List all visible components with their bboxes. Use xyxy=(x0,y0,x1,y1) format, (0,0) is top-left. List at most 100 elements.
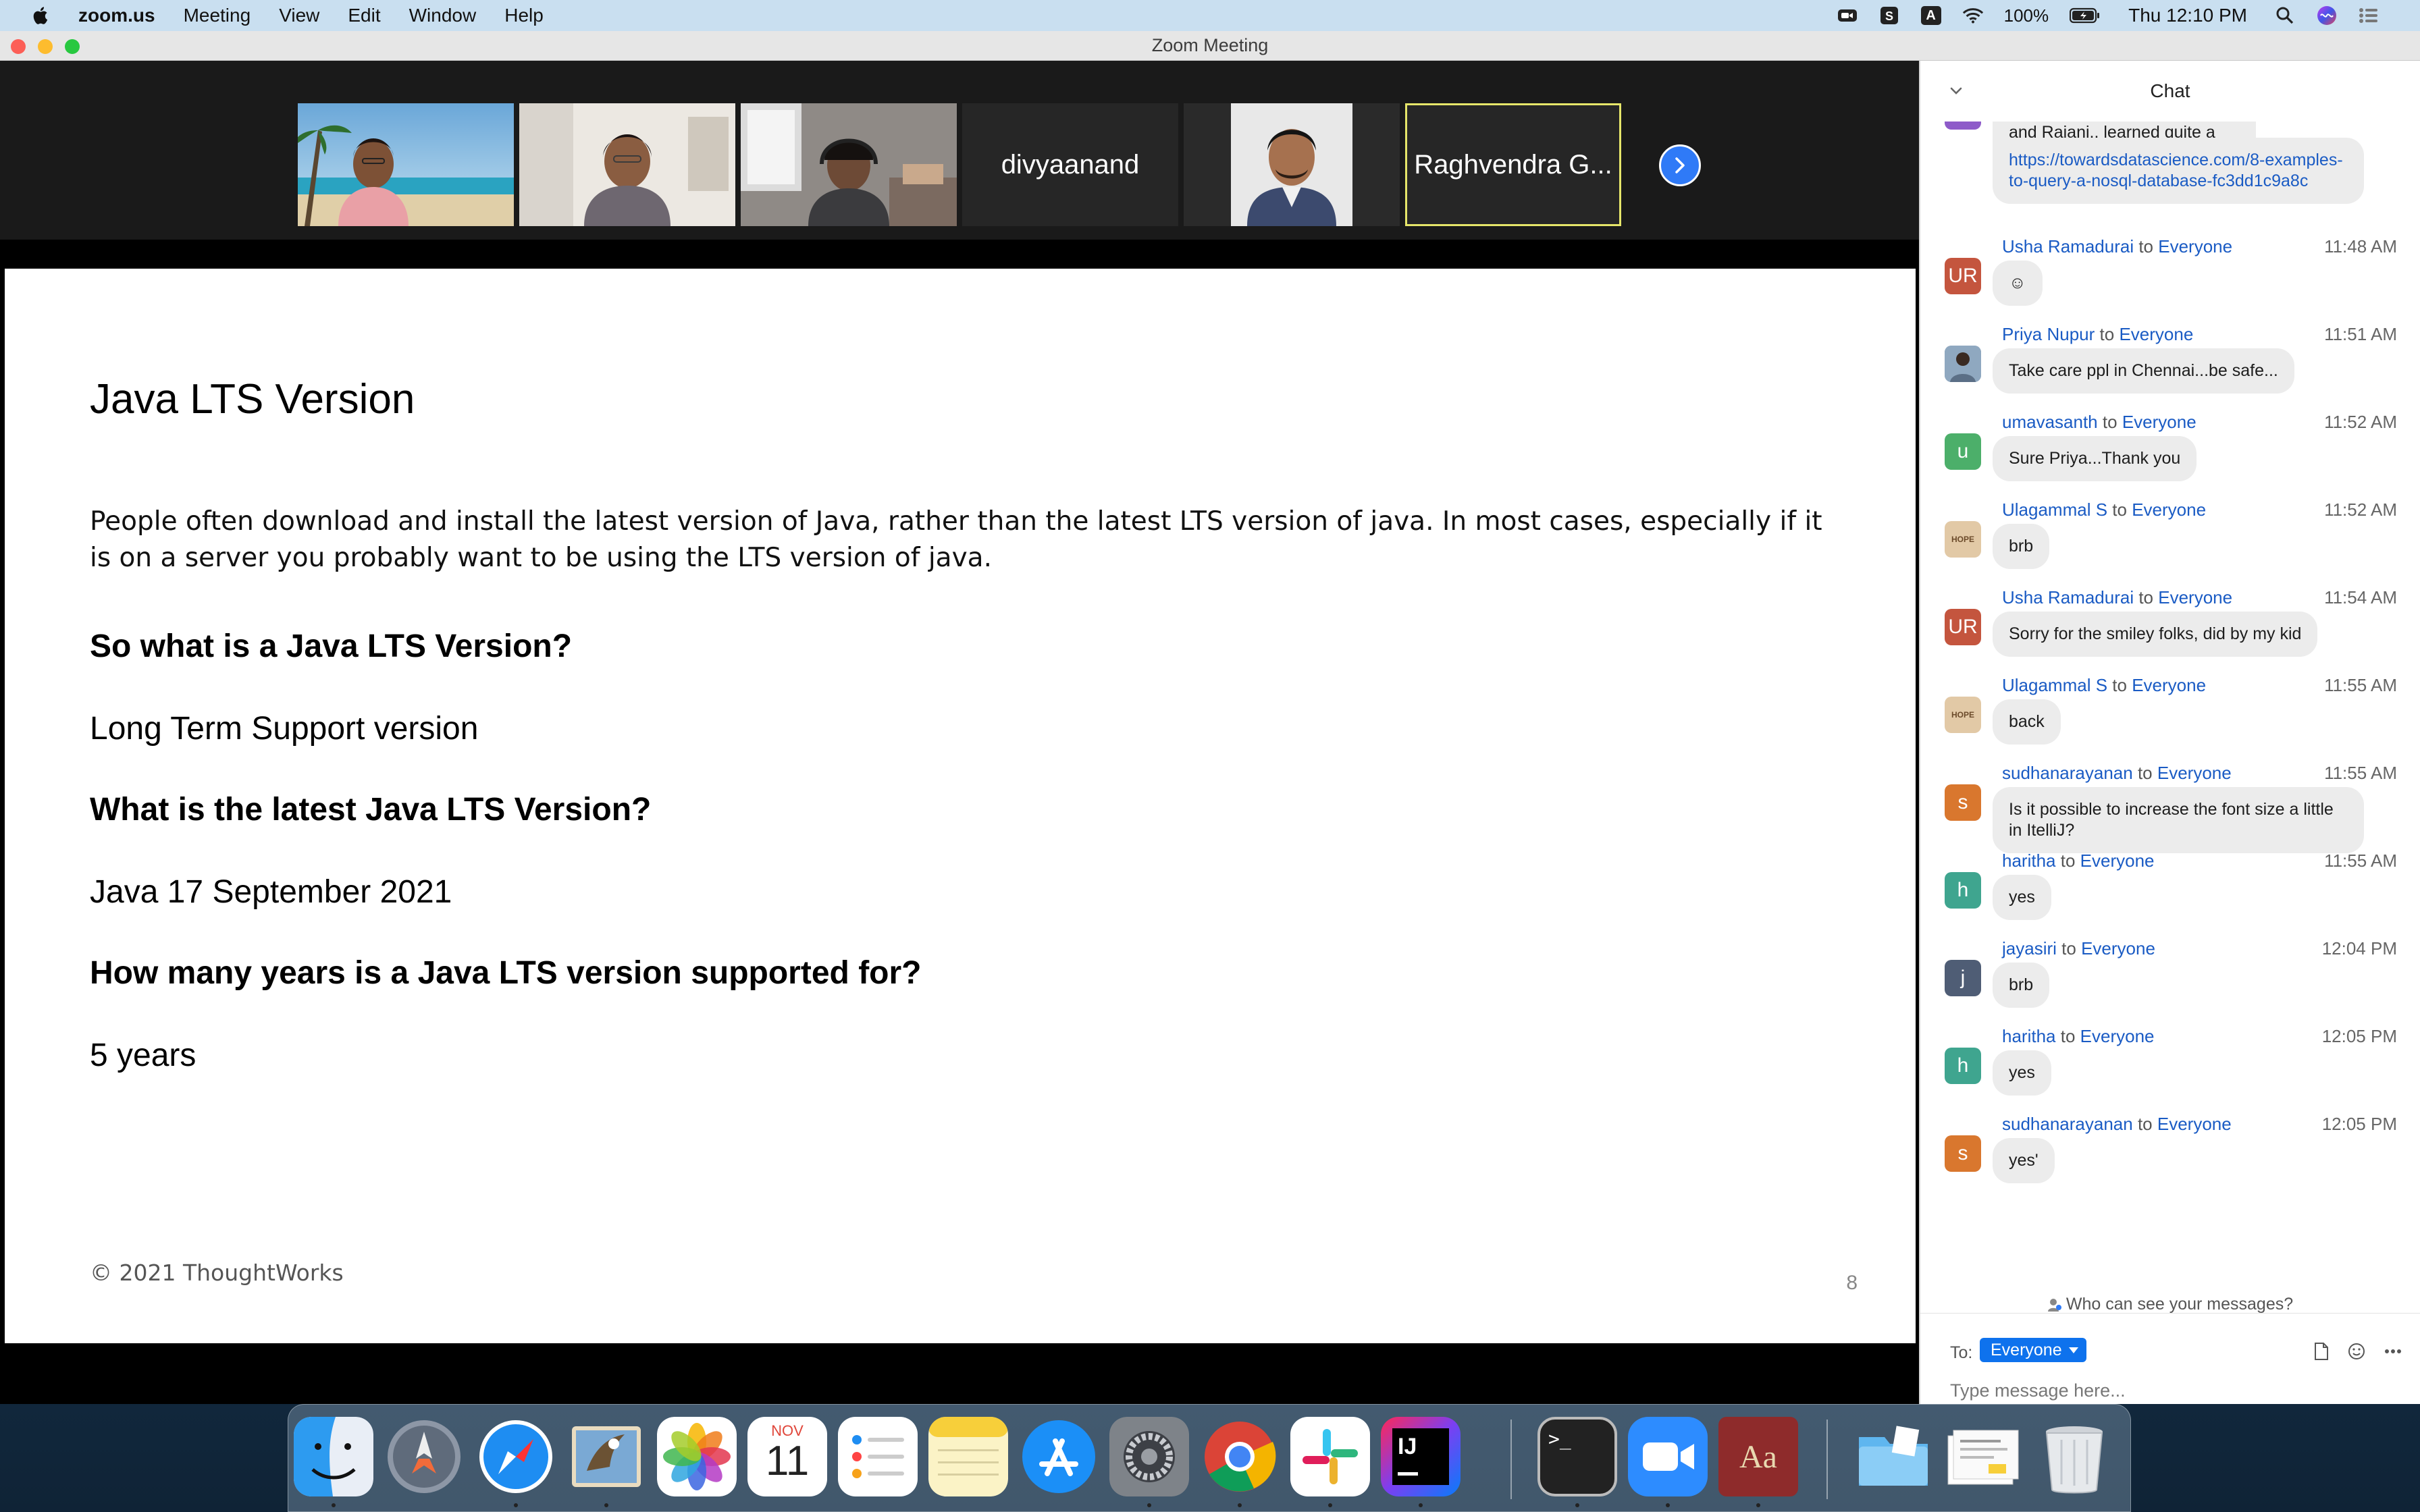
system-preferences-icon[interactable] xyxy=(1109,1417,1189,1496)
participant-name: divyaanand xyxy=(1001,149,1140,180)
close-window-button[interactable] xyxy=(11,39,26,54)
finder-icon[interactable] xyxy=(294,1417,373,1496)
chat-message-header: Usha Ramadurai to Everyone xyxy=(2002,587,2232,608)
chat-message-header: Priya Nupur to Everyone xyxy=(2002,324,2193,345)
chat-timestamp: 11:55 AM xyxy=(2324,675,2397,695)
menu-window[interactable]: Window xyxy=(409,5,477,26)
avatar[interactable]: s xyxy=(1945,784,1981,821)
downloads-folder-icon[interactable] xyxy=(1853,1417,1933,1496)
dock-separator xyxy=(1510,1420,1512,1499)
status-area: S A 100% Thu 12:10 PM xyxy=(1837,0,2379,31)
launchpad-icon[interactable] xyxy=(384,1417,464,1496)
chat-sender-name[interactable]: jayasiri xyxy=(2002,938,2057,959)
minimize-window-button[interactable] xyxy=(38,39,53,54)
app-store-icon[interactable] xyxy=(1019,1417,1099,1496)
chat-sender-name[interactable]: Usha Ramadurai xyxy=(2002,587,2134,608)
avatar[interactable]: HOPE xyxy=(1945,697,1981,733)
mail-icon[interactable] xyxy=(567,1417,646,1496)
chat-sender-name[interactable]: Priya Nupur xyxy=(2002,324,2095,344)
avatar[interactable]: s xyxy=(1945,1135,1981,1172)
chevron-down-icon[interactable] xyxy=(1947,82,1965,100)
participant-tile-5[interactable] xyxy=(1184,103,1400,226)
menu-edit[interactable]: Edit xyxy=(348,5,380,26)
running-indicator xyxy=(1238,1503,1242,1507)
reminders-icon[interactable] xyxy=(838,1417,918,1496)
chat-sender-name[interactable]: Ulagammal S xyxy=(2002,675,2107,695)
avatar xyxy=(1945,122,1981,130)
chat-sender-name[interactable]: Usha Ramadurai xyxy=(2002,236,2134,256)
zoom-menu-icon[interactable] xyxy=(1837,5,1858,26)
avatar[interactable]: j xyxy=(1945,960,1981,996)
trash-icon[interactable] xyxy=(2034,1417,2114,1496)
terminal-icon[interactable]: >_ xyxy=(1537,1417,1617,1496)
text-input-a-icon[interactable]: A xyxy=(1920,5,1942,26)
chat-recipient: Everyone xyxy=(2158,587,2233,608)
chat-recipient: Everyone xyxy=(2158,236,2233,256)
menu-view[interactable]: View xyxy=(279,5,319,26)
chat-timestamp: 11:52 AM xyxy=(2324,412,2397,432)
chat-sender-name[interactable]: umavasanth xyxy=(2002,412,2098,432)
menu-help[interactable]: Help xyxy=(504,5,544,26)
chat-message-header: haritha to Everyone xyxy=(2002,850,2155,871)
chat-to-word: to xyxy=(2112,675,2127,695)
running-indicator xyxy=(1328,1503,1332,1507)
spotlight-search-icon[interactable] xyxy=(2274,5,2296,26)
chrome-icon[interactable] xyxy=(1200,1417,1280,1496)
avatar[interactable]: HOPE xyxy=(1945,521,1981,558)
battery-icon[interactable] xyxy=(2069,5,2101,26)
chat-sender-name[interactable]: haritha xyxy=(2002,1026,2056,1046)
zoom-icon[interactable] xyxy=(1628,1417,1708,1496)
slide-title: Java LTS Version xyxy=(90,376,415,423)
dictionary-icon[interactable]: Aa xyxy=(1718,1417,1798,1496)
avatar[interactable] xyxy=(1945,346,1981,382)
siri-icon[interactable] xyxy=(2316,5,2338,26)
participant-tile-3[interactable] xyxy=(741,103,957,226)
intellij-icon[interactable]: IJ xyxy=(1381,1417,1461,1496)
avatar[interactable]: h xyxy=(1945,1048,1981,1084)
chat-recipient: Everyone xyxy=(2080,850,2155,871)
apple-menu-icon[interactable] xyxy=(26,5,58,26)
slide-question-1: So what is a Java LTS Version? xyxy=(90,628,573,664)
avatar[interactable]: UR xyxy=(1945,609,1981,645)
chat-sender-name[interactable]: sudhanarayanan xyxy=(2002,1114,2133,1134)
recipient-dropdown[interactable]: Everyone xyxy=(1980,1338,2086,1362)
chat-recipient: Everyone xyxy=(2122,412,2197,432)
chat-link-message[interactable]: https://towardsdatascience.com/8-example… xyxy=(1993,138,2364,204)
chat-message-header: Ulagammal S to Everyone xyxy=(2002,500,2206,520)
chat-sender-name[interactable]: sudhanarayanan xyxy=(2002,763,2133,783)
participant-tile-4[interactable]: divyaanand xyxy=(962,103,1178,226)
chat-sender-name[interactable]: haritha xyxy=(2002,850,2056,871)
chat-message-header: umavasanth to Everyone xyxy=(2002,412,2197,433)
chat-message-input[interactable] xyxy=(1950,1378,2355,1403)
participant-tile-2[interactable] xyxy=(519,103,735,226)
participant-tile-1[interactable] xyxy=(298,103,514,226)
file-icon[interactable] xyxy=(2311,1341,2332,1362)
chat-message-list[interactable]: Many many thanks Anusha and Rajani.. lea… xyxy=(1920,122,2420,1269)
menu-meeting[interactable]: Meeting xyxy=(184,5,251,26)
scribe-icon[interactable]: S xyxy=(1878,5,1900,26)
menu-bar: zoom.us Meeting View Edit Window Help S … xyxy=(0,0,2420,31)
photos-icon[interactable] xyxy=(657,1417,737,1496)
chat-sender-name[interactable]: Ulagammal S xyxy=(2002,500,2107,520)
chat-timestamp: 12:05 PM xyxy=(2321,1026,2397,1046)
notes-icon[interactable] xyxy=(928,1417,1008,1496)
chat-title: Chat xyxy=(2150,80,2190,101)
chat-to-word: to xyxy=(2112,500,2127,520)
clock[interactable]: Thu 12:10 PM xyxy=(2128,5,2247,26)
avatar[interactable]: u xyxy=(1945,433,1981,470)
avatar[interactable]: UR xyxy=(1945,258,1981,294)
participant-tile-6[interactable]: Raghvendra G... xyxy=(1405,103,1621,226)
document-stack-icon[interactable] xyxy=(1944,1417,2024,1496)
slack-icon[interactable] xyxy=(1290,1417,1370,1496)
next-participants-button[interactable] xyxy=(1659,144,1701,186)
wifi-icon[interactable] xyxy=(1962,5,1984,26)
safari-icon[interactable] xyxy=(476,1417,556,1496)
who-can-see-messages-link[interactable]: Who can see your messages? xyxy=(1920,1295,2420,1314)
calendar-icon[interactable]: NOV 11 xyxy=(747,1417,827,1496)
notification-center-icon[interactable] xyxy=(2358,5,2379,26)
more-options-icon[interactable] xyxy=(2382,1341,2404,1362)
fullscreen-window-button[interactable] xyxy=(65,39,80,54)
emoji-icon[interactable] xyxy=(2346,1341,2367,1362)
menu-app-name[interactable]: zoom.us xyxy=(78,5,155,26)
avatar[interactable]: h xyxy=(1945,872,1981,909)
